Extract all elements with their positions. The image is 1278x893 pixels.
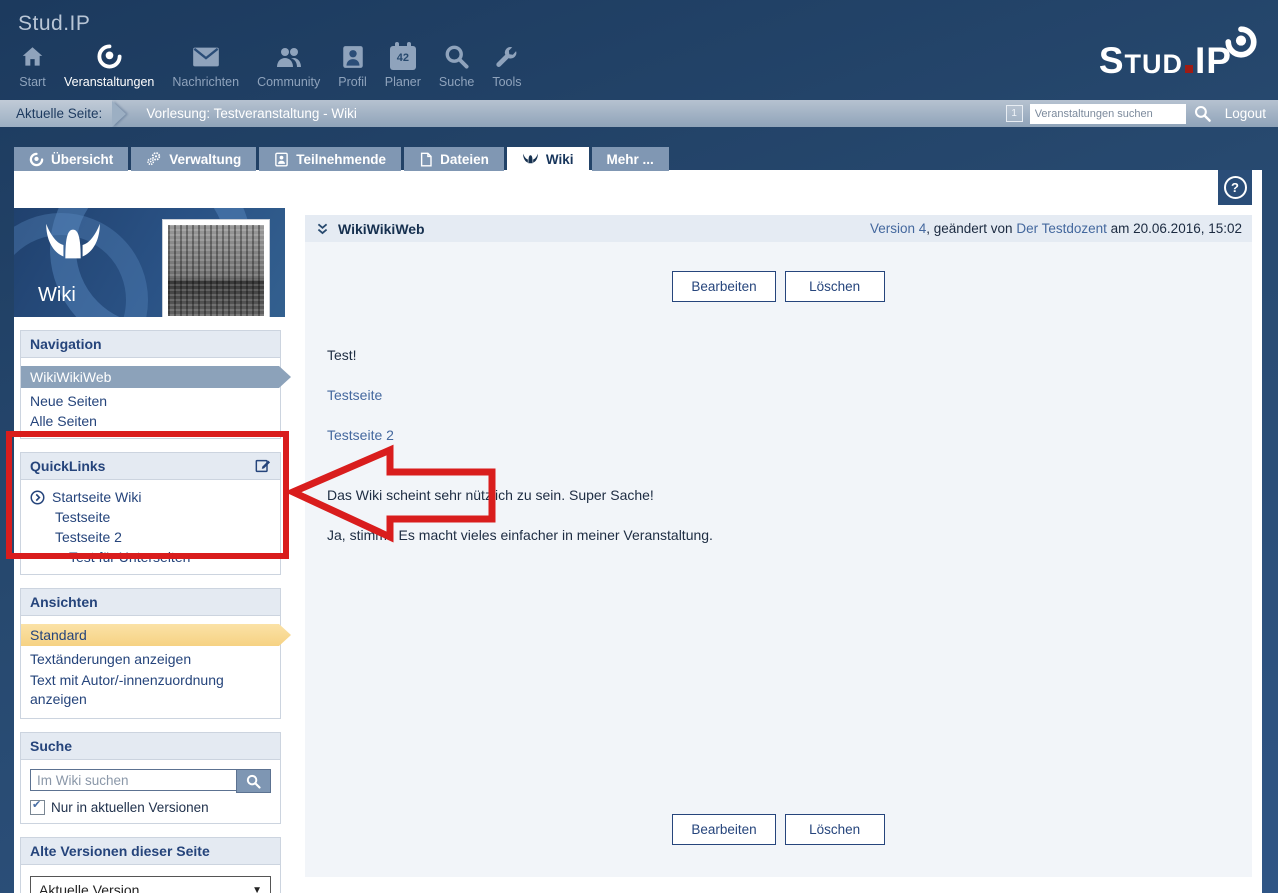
quicklinks-section: QuickLinks Startseite Wiki Testseite Tes… [20, 452, 281, 575]
logout-link[interactable]: Logout [1225, 106, 1266, 121]
community-icon [274, 36, 304, 70]
navigation-title: Navigation [30, 336, 102, 352]
wiki-search-button[interactable] [236, 769, 271, 793]
view-standard[interactable]: Standard [21, 624, 291, 646]
participants-icon [274, 152, 289, 167]
delete-button-top[interactable]: Löschen [785, 271, 885, 302]
sidebar-context-header: Wiki [14, 208, 285, 317]
version-link[interactable]: Version 4 [870, 221, 926, 236]
studip-logo: STUDIP [1099, 40, 1232, 82]
wiki-link-testseite-2[interactable]: Testseite 2 [327, 427, 394, 443]
header-nav: Start Veranstaltungen Nachrichten Commun… [10, 36, 531, 89]
wrench-icon [493, 36, 520, 70]
tab-teilnehmende[interactable]: Teilnehmende [259, 147, 401, 171]
wiki-page-body: Test! Testseite Testseite 2 Das Wiki sch… [327, 346, 1252, 544]
checkbox-label: Nur in aktuellen Versionen [51, 800, 209, 815]
files-icon [419, 152, 433, 167]
versionen-section: Alte Versionen dieser Seite Aktuelle Ver… [20, 837, 281, 893]
page-title: WikiWikiWeb [338, 221, 425, 237]
course-search-icon[interactable] [1193, 104, 1212, 123]
nav-item-alle-seiten[interactable]: Alle Seiten [21, 411, 280, 431]
nav-community[interactable]: Community [248, 36, 329, 89]
versionen-title: Alte Versionen dieser Seite [30, 843, 210, 859]
navigation-section: Navigation WikiWikiWeb Neue Seiten Alle … [20, 330, 281, 439]
circle-arrow-icon [30, 490, 45, 505]
ansichten-title: Ansichten [30, 594, 98, 610]
quicklink-test-unterseiten[interactable]: Test für Unterseiten [21, 547, 280, 567]
quicklink-startseite-wiki[interactable]: Startseite Wiki [21, 487, 280, 507]
logo-spiral-icon [1224, 25, 1258, 64]
nav-suche[interactable]: Suche [430, 36, 483, 89]
breadcrumb-current: Vorlesung: Testveranstaltung - Wiki [146, 106, 357, 121]
tab-uebersicht[interactable]: Übersicht [14, 147, 128, 171]
brand-text: Stud.IP [18, 12, 90, 36]
content-wrapper: ? Wiki Navigation WikiWikiWeb Neue Seite… [14, 170, 1262, 893]
wiki-helmet-icon [522, 153, 539, 166]
edit-quicklinks-icon[interactable] [255, 458, 271, 474]
current-versions-checkbox[interactable] [30, 800, 45, 815]
wiki-text-line: Ja, stimmt. Es macht vieles einfacher in… [327, 526, 1252, 544]
tab-dateien[interactable]: Dateien [404, 147, 504, 171]
accesskey-badge: 1 [1006, 105, 1023, 122]
wiki-search-input[interactable] [30, 769, 236, 791]
wiki-link-testseite[interactable]: Testseite [327, 387, 382, 403]
nav-item-neue-seiten[interactable]: Neue Seiten [21, 391, 280, 411]
search-icon [245, 773, 262, 790]
chevron-down-icon: ▼ [252, 885, 262, 893]
course-tabs: Übersicht Verwaltung Teilnehmende Dateie… [14, 147, 669, 171]
version-meta: Version 4, geändert von Der Testdozent a… [870, 221, 1242, 236]
nav-veranstaltungen[interactable]: Veranstaltungen [55, 36, 163, 89]
nav-nachrichten[interactable]: Nachrichten [163, 36, 248, 89]
tab-verwaltung[interactable]: Verwaltung [131, 147, 256, 171]
version-select[interactable]: Aktuelle Version ▼ [30, 876, 271, 893]
gears-icon [146, 151, 162, 167]
author-link[interactable]: Der Testdozent [1016, 221, 1107, 236]
nav-tools[interactable]: Tools [483, 36, 530, 89]
delete-button-bottom[interactable]: Löschen [785, 814, 885, 845]
search-icon [443, 36, 470, 70]
wiki-text-line: Test! [327, 346, 1252, 364]
wiki-helmet-icon [40, 222, 106, 273]
wiki-panel-header: WikiWikiWeb Version 4, geändert von Der … [305, 215, 1252, 242]
suche-section: Suche Nur in aktuellen Versionen [20, 732, 281, 824]
tab-mehr[interactable]: Mehr ... [592, 147, 669, 171]
context-title: Wiki [38, 284, 76, 307]
nav-profil[interactable]: Profil [329, 36, 375, 89]
quicklinks-title: QuickLinks [30, 458, 105, 474]
breadcrumb-bar: Aktuelle Seite: Vorlesung: Testveranstal… [0, 100, 1278, 127]
course-photo [163, 220, 269, 317]
nav-start[interactable]: Start [10, 36, 55, 89]
quicklink-testseite[interactable]: Testseite [21, 507, 280, 527]
seminar-spiral-icon [29, 152, 44, 167]
calendar-icon: 42 [390, 36, 416, 70]
help-question-icon: ? [1224, 176, 1247, 199]
help-button[interactable]: ? [1218, 170, 1252, 205]
breadcrumb-label: Aktuelle Seite: [0, 100, 112, 127]
wiki-panel: WikiWikiWeb Version 4, geändert von Der … [305, 215, 1252, 877]
home-icon [19, 36, 46, 70]
nav-planer[interactable]: 42 Planer [376, 36, 430, 89]
edit-button-bottom[interactable]: Bearbeiten [672, 814, 775, 845]
studip-page: Stud.IP Start Veranstaltungen Nachrichte… [0, 0, 1278, 893]
collapse-chevrons-icon[interactable] [315, 222, 330, 236]
ansichten-section: Ansichten Standard Textänderungen anzeig… [20, 588, 281, 719]
breadcrumb-chevron-icon [112, 101, 126, 127]
sidebar: Wiki Navigation WikiWikiWeb Neue Seiten … [14, 208, 285, 893]
tab-wiki[interactable]: Wiki [507, 147, 589, 171]
logo-red-dot [1185, 65, 1193, 73]
seminar-spiral-icon [96, 36, 123, 70]
wiki-text-line: Das Wiki scheint sehr nützlich zu sein. … [327, 486, 1252, 504]
view-textaenderungen[interactable]: Textänderungen anzeigen [21, 649, 280, 669]
view-autorenzuordnung[interactable]: Text mit Autor/-innenzuordnung anzeigen [21, 669, 280, 711]
profile-icon [340, 36, 366, 70]
nav-item-wikiwikiweb[interactable]: WikiWikiWeb [21, 366, 291, 388]
edit-button-top[interactable]: Bearbeiten [672, 271, 775, 302]
course-search-input[interactable] [1030, 104, 1186, 124]
suche-title: Suche [30, 738, 72, 754]
mail-icon [192, 36, 220, 70]
quicklink-testseite-2[interactable]: Testseite 2 [21, 527, 280, 547]
